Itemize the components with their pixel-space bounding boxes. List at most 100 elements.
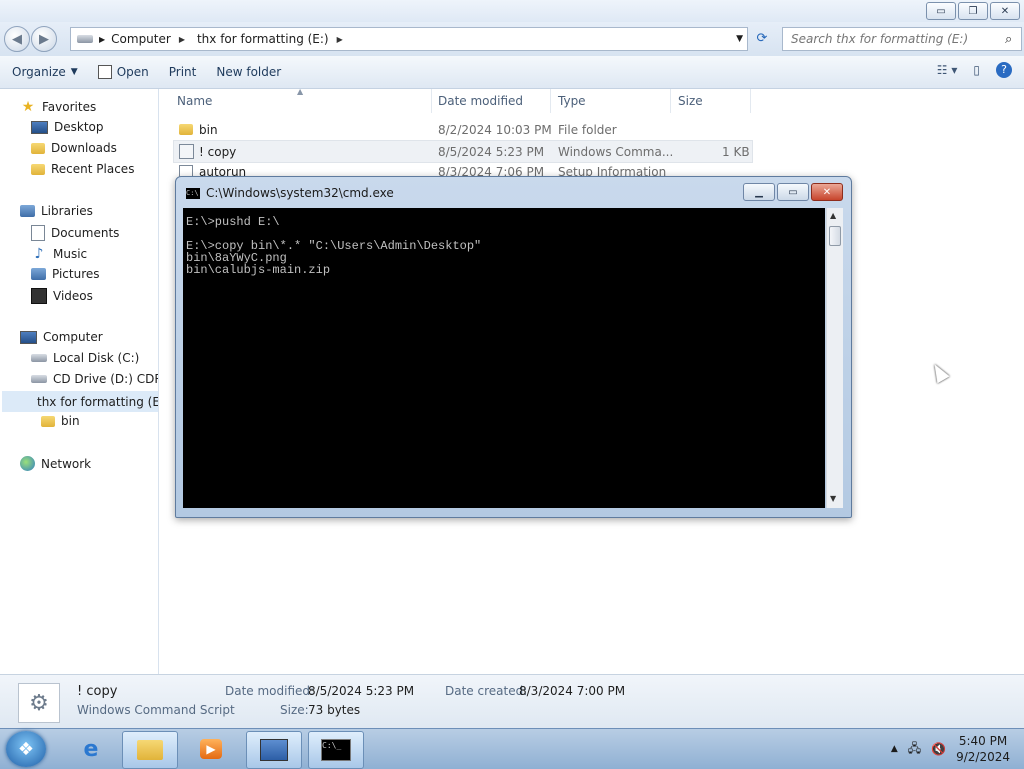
taskbar-explorer-button[interactable] bbox=[122, 731, 178, 769]
open-icon bbox=[97, 65, 112, 79]
script-file-icon: ⚙ bbox=[18, 683, 60, 723]
sidebar-item-cd-drive[interactable]: CD Drive (D:) CDROM bbox=[31, 372, 158, 386]
taskbar-media-player-button[interactable]: ▶ bbox=[184, 731, 238, 767]
sidebar-item-network[interactable]: Network bbox=[20, 456, 91, 471]
cmd-maximize-button[interactable]: ▭ bbox=[777, 183, 809, 201]
search-icon[interactable]: ⌕ bbox=[1005, 32, 1012, 47]
network-status-icon[interactable]: 🖧 bbox=[908, 739, 921, 760]
taskbar-ie-button[interactable]: e bbox=[64, 731, 118, 767]
details-file-type: Windows Command Script bbox=[77, 703, 235, 717]
breadcrumb-drive-e[interactable]: thx for formatting (E:) ▶ bbox=[191, 32, 349, 46]
sort-up-icon: ▲ bbox=[297, 87, 304, 96]
recent-places-icon bbox=[31, 163, 45, 175]
console-output[interactable]: E:\>pushd E:\ E:\>copy bin\*.* "C:\Users… bbox=[183, 208, 825, 508]
organize-button[interactable]: Organize ▼ bbox=[4, 65, 86, 79]
sidebar-item-recent[interactable]: Recent Places bbox=[31, 162, 134, 176]
scroll-up-icon[interactable]: ▲ bbox=[830, 211, 836, 220]
file-row[interactable]: ! copy 8/5/2024 5:23 PM Windows Comma...… bbox=[173, 140, 753, 163]
computer-icon bbox=[20, 330, 37, 344]
forward-arrow-icon: ▶ bbox=[39, 31, 49, 47]
cmd-title-bar[interactable]: C:\ C:\Windows\system32\cmd.exe bbox=[186, 186, 394, 200]
desktop-icon bbox=[31, 120, 48, 134]
script-file-icon bbox=[179, 144, 194, 159]
preview-pane-icon[interactable]: ▯ bbox=[973, 63, 980, 77]
navigation-pane: ★ Favorites Desktop Downloads Recent Plac… bbox=[0, 89, 159, 674]
sidebar-item-downloads[interactable]: Downloads bbox=[31, 141, 117, 155]
address-bar[interactable]: ▶ Computer ▶ thx for formatting (E:) ▶ ▼ bbox=[70, 27, 748, 51]
console-scrollbar[interactable]: ▲ ▼ bbox=[826, 208, 843, 508]
details-date-modified: 8/5/2024 5:23 PM bbox=[308, 684, 415, 698]
search-input[interactable] bbox=[789, 31, 1003, 47]
chevron-down-icon: ▼ bbox=[70, 67, 78, 77]
downloads-folder-icon bbox=[31, 142, 45, 154]
cmd-icon: C:\_ bbox=[321, 739, 351, 761]
drive-icon bbox=[77, 35, 93, 43]
pictures-icon bbox=[31, 268, 46, 280]
sidebar-item-computer[interactable]: Computer bbox=[20, 330, 103, 344]
view-controls: ☷ ▾ ▯ ? bbox=[937, 62, 1012, 78]
libraries-icon bbox=[20, 205, 35, 217]
sidebar-item-documents[interactable]: Documents bbox=[31, 225, 119, 241]
cd-drive-icon bbox=[31, 375, 47, 383]
breadcrumb-computer[interactable]: Computer ▶ bbox=[105, 32, 191, 46]
address-dropdown-icon[interactable]: ▼ bbox=[736, 34, 743, 44]
details-file-name: ! copy bbox=[77, 684, 118, 699]
cmd-minimize-button[interactable]: ▁ bbox=[743, 183, 775, 201]
refresh-button[interactable]: ⟳ bbox=[750, 28, 774, 48]
sidebar-item-videos[interactable]: Videos bbox=[31, 288, 93, 304]
system-tray: ▲ 🖧 🔇 5:40 PM 9/2/2024 bbox=[891, 733, 1010, 765]
column-header-size[interactable]: Size bbox=[678, 89, 751, 113]
sidebar-item-favorites[interactable]: ★ Favorites bbox=[20, 99, 97, 115]
column-header-name[interactable]: Name ▲ bbox=[177, 87, 432, 113]
details-date-created: 8/3/2024 7:00 PM bbox=[519, 684, 626, 698]
taskbar-cmd-button[interactable]: C:\_ bbox=[308, 731, 364, 769]
taskbar: ❖ e ▶ C:\_ ▲ 🖧 🔇 5:40 PM 9/2/2024 bbox=[0, 728, 1024, 769]
folder-icon bbox=[179, 124, 193, 135]
volume-muted-icon[interactable]: 🔇 bbox=[931, 742, 946, 756]
chevron-right-icon: ▶ bbox=[336, 34, 343, 44]
view-options-icon[interactable]: ☷ ▾ bbox=[937, 63, 958, 77]
clock[interactable]: 5:40 PM 9/2/2024 bbox=[956, 733, 1010, 765]
explorer-folder-icon bbox=[137, 740, 163, 760]
taskbar-control-panel-button[interactable] bbox=[246, 731, 302, 769]
back-arrow-icon: ◀ bbox=[12, 31, 22, 47]
new-folder-button[interactable]: New folder bbox=[208, 65, 289, 79]
control-panel-icon bbox=[260, 739, 288, 761]
file-row[interactable]: bin 8/2/2024 10:03 PM File folder bbox=[173, 119, 751, 140]
music-icon: ♪ bbox=[34, 246, 44, 262]
column-header-date[interactable]: Date modified bbox=[438, 89, 551, 113]
scroll-thumb[interactable] bbox=[829, 226, 841, 246]
cmd-caption-buttons: ▁ ▭ ✕ bbox=[743, 183, 843, 201]
column-header-type[interactable]: Type bbox=[558, 89, 671, 113]
sidebar-item-desktop[interactable]: Desktop bbox=[31, 120, 104, 134]
sidebar-item-libraries[interactable]: Libraries bbox=[20, 204, 93, 218]
cmd-window[interactable]: C:\ C:\Windows\system32\cmd.exe ▁ ▭ ✕ E:… bbox=[175, 176, 852, 518]
show-hidden-icons-icon[interactable]: ▲ bbox=[891, 744, 898, 754]
cmd-close-button[interactable]: ✕ bbox=[811, 183, 843, 201]
scroll-down-icon[interactable]: ▼ bbox=[830, 494, 836, 503]
folder-icon bbox=[41, 415, 55, 427]
command-bar: Organize ▼ Open Print New folder ☷ ▾ ▯ ? bbox=[0, 56, 1024, 89]
details-pane: ⚙ ! copy Windows Command Script Date mod… bbox=[0, 674, 1024, 729]
restore-button[interactable]: ❐ bbox=[958, 2, 988, 20]
print-button[interactable]: Print bbox=[161, 65, 205, 79]
internet-explorer-icon: e bbox=[83, 736, 99, 762]
help-icon[interactable]: ? bbox=[996, 62, 1012, 78]
videos-icon bbox=[31, 288, 47, 304]
back-button[interactable]: ◀ bbox=[4, 26, 30, 52]
close-button[interactable]: ✕ bbox=[990, 2, 1020, 20]
sidebar-item-pictures[interactable]: Pictures bbox=[31, 267, 100, 281]
sidebar-item-thx-drive[interactable]: thx for formatting (E:) bbox=[2, 391, 158, 412]
local-disk-icon bbox=[31, 354, 47, 362]
address-row: ◀ ▶ ▶ Computer ▶ thx for formatting (E:) ▶… bbox=[0, 22, 1024, 56]
start-button[interactable]: ❖ bbox=[6, 731, 46, 767]
sidebar-item-bin[interactable]: bin bbox=[41, 414, 80, 428]
network-icon bbox=[20, 456, 35, 471]
cmd-icon: C:\ bbox=[186, 187, 200, 199]
open-button[interactable]: Open bbox=[90, 65, 157, 79]
sidebar-item-music[interactable]: ♪ Music bbox=[31, 246, 88, 262]
minimize-button[interactable]: ▭ bbox=[926, 2, 956, 20]
forward-button[interactable]: ▶ bbox=[31, 26, 57, 52]
sidebar-item-local-disk[interactable]: Local Disk (C:) bbox=[31, 351, 139, 365]
refresh-icon: ⟳ bbox=[756, 30, 768, 46]
